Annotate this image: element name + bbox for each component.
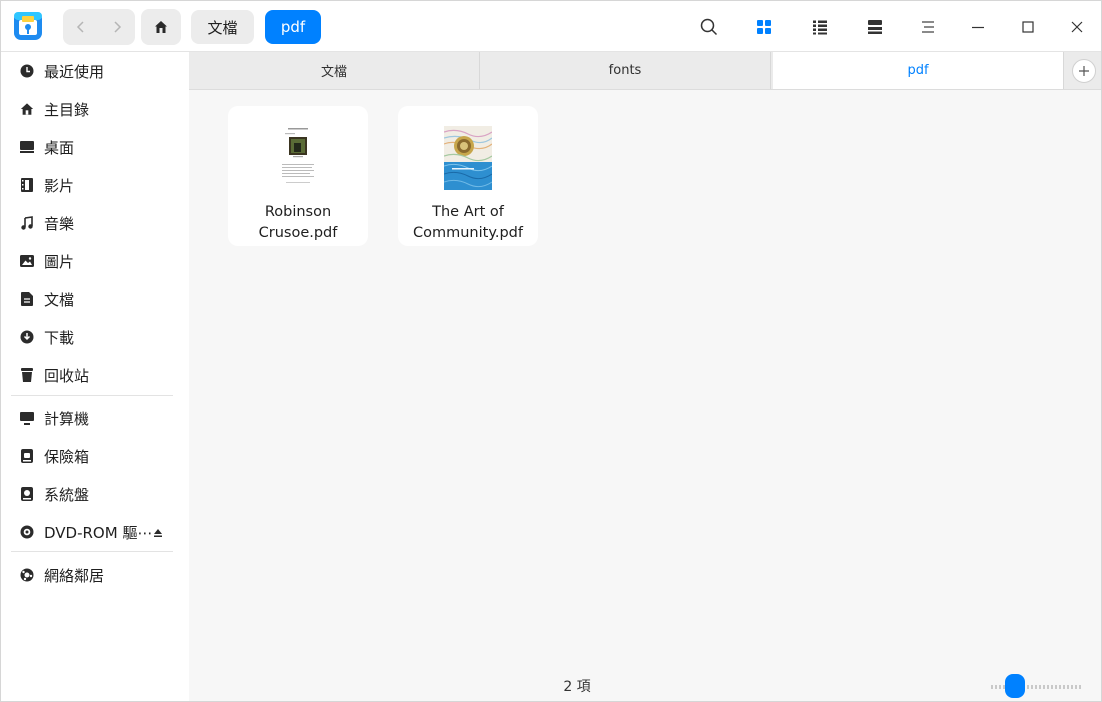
maximize-button[interactable] [1012, 11, 1044, 43]
sidebar-item-label: 文檔 [44, 290, 75, 309]
music-icon [19, 215, 35, 231]
navigation-group [63, 9, 135, 45]
sidebar-item-label: 下載 [44, 328, 75, 347]
sidebar: 最近使用 主目錄 桌面 影片 音樂 圖片 文檔 下載 回收站 計算機 保險箱 系… [1, 52, 188, 701]
sidebar-item-trash[interactable]: 回收站 [11, 357, 173, 393]
close-button[interactable] [1061, 11, 1093, 43]
file-name-line: Community.pdf [413, 225, 523, 241]
search-button[interactable] [693, 11, 725, 43]
breadcrumb-documents[interactable]: 文檔 [191, 10, 254, 44]
grid-icon [757, 20, 771, 34]
trash-icon [19, 367, 35, 383]
forward-button[interactable] [99, 9, 135, 45]
maximize-icon [1022, 21, 1034, 33]
tab-fonts[interactable]: fonts [480, 52, 771, 89]
home-icon [19, 101, 35, 117]
menu-icon [922, 21, 934, 33]
list-view-button[interactable] [804, 11, 836, 43]
sidebar-item-label: 影片 [44, 176, 75, 195]
sidebar-item-system-disk[interactable]: 系統盤 [11, 476, 173, 512]
tab-documents[interactable]: 文檔 [189, 52, 480, 89]
sidebar-item-home[interactable]: 主目錄 [11, 91, 173, 127]
chevron-right-icon [114, 21, 122, 33]
title-bar: 文檔 pdf [1, 1, 1101, 52]
file-name-line: Crusoe.pdf [258, 225, 338, 241]
main-menu-button[interactable] [912, 11, 944, 43]
back-button[interactable] [63, 9, 99, 45]
sidebar-item-label: 最近使用 [44, 62, 105, 81]
sidebar-item-label: DVD-ROM 驅⋯ [44, 523, 153, 542]
plus-icon [1079, 66, 1089, 76]
home-button[interactable] [141, 9, 181, 45]
pdf-thumbnail [444, 126, 492, 190]
file-manager-window: 文檔 pdf 最近使用 主目錄 桌面 影片 音樂 圖片 文檔 下載 回收站 計算… [0, 0, 1102, 702]
disk-icon [19, 486, 35, 502]
sidebar-item-recent[interactable]: 最近使用 [11, 53, 173, 89]
sidebar-item-label: 圖片 [44, 252, 75, 271]
breadcrumb-pdf[interactable]: pdf [265, 10, 321, 44]
sidebar-item-label: 保險箱 [44, 447, 90, 466]
sidebar-item-label: 桌面 [44, 138, 75, 157]
minimize-icon [972, 26, 984, 29]
eject-icon[interactable] [153, 524, 163, 542]
download-icon [19, 329, 35, 345]
close-icon [1071, 21, 1083, 33]
tree-view-button[interactable] [859, 11, 891, 43]
vault-icon [19, 448, 35, 464]
add-tab-button[interactable] [1072, 59, 1096, 83]
sidebar-item-label: 音樂 [44, 214, 75, 233]
tree-icon [868, 20, 882, 34]
file-name-line: The Art of [432, 204, 504, 220]
sidebar-item-network[interactable]: 網絡鄰居 [11, 557, 173, 593]
sidebar-item-label: 回收站 [44, 366, 90, 385]
app-logo-icon [14, 12, 42, 40]
sidebar-divider [11, 551, 173, 552]
sidebar-item-label: 主目錄 [44, 100, 90, 119]
sidebar-item-label: 計算機 [44, 409, 90, 428]
sidebar-divider [11, 395, 173, 396]
sidebar-item-downloads[interactable]: 下載 [11, 319, 173, 355]
sidebar-item-dvd-rom[interactable]: DVD-ROM 驅⋯ [11, 514, 173, 550]
icon-view-button[interactable] [748, 11, 780, 43]
sidebar-item-vault[interactable]: 保險箱 [11, 438, 173, 474]
sidebar-item-label: 網絡鄰居 [44, 566, 105, 585]
file-item[interactable]: The Art of Community.pdf [398, 106, 538, 246]
file-name-line: Robinson [264, 204, 332, 220]
sidebar-item-label: 系統盤 [44, 485, 90, 504]
film-icon [19, 177, 35, 193]
file-name: Robinson Crusoe.pdf [228, 202, 368, 244]
sidebar-item-computer[interactable]: 計算機 [11, 400, 173, 436]
list-icon [813, 20, 827, 35]
picture-icon [19, 253, 35, 269]
chevron-left-icon [76, 21, 84, 33]
home-icon [155, 21, 167, 33]
sidebar-item-videos[interactable]: 影片 [11, 167, 173, 203]
minimize-button[interactable] [962, 11, 994, 43]
icon-size-slider-handle[interactable] [1005, 674, 1025, 698]
sidebar-item-desktop[interactable]: 桌面 [11, 129, 173, 165]
content-area: 文檔 fonts pdf Robinson Crusoe.pdf The Art… [189, 52, 1101, 701]
tab-pdf[interactable]: pdf [773, 52, 1064, 89]
sidebar-item-documents[interactable]: 文檔 [11, 281, 173, 317]
disc-icon [19, 524, 35, 540]
file-name: The Art of Community.pdf [398, 202, 538, 244]
clock-icon [19, 63, 35, 79]
computer-icon [19, 410, 35, 426]
network-icon [19, 567, 35, 583]
status-item-count: 2 項 [563, 679, 591, 695]
sidebar-item-pictures[interactable]: 圖片 [11, 243, 173, 279]
desktop-icon [19, 139, 35, 155]
file-item[interactable]: Robinson Crusoe.pdf [228, 106, 368, 246]
sidebar-item-music[interactable]: 音樂 [11, 205, 173, 241]
search-icon [700, 18, 718, 36]
pdf-thumbnail [278, 126, 318, 190]
document-icon [19, 291, 35, 307]
tab-bar: 文檔 fonts pdf [189, 52, 1101, 90]
